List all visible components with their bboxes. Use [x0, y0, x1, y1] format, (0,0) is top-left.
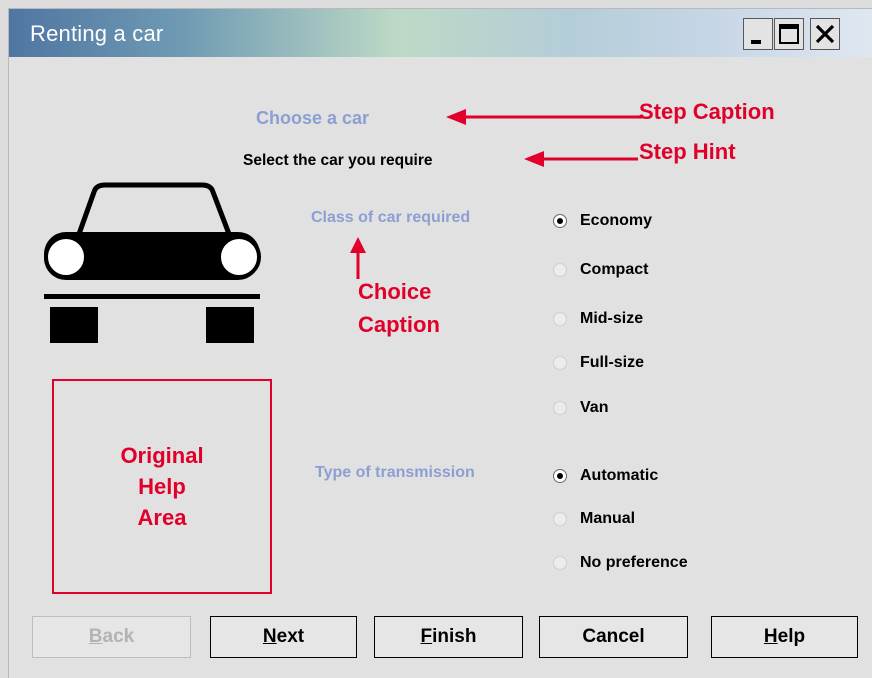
radio-option[interactable]: Automatic	[553, 465, 658, 487]
radio-label[interactable]: Automatic	[580, 467, 658, 485]
cancel-button[interactable]: Cancel	[539, 616, 688, 658]
step-hint-annotation: Step Hint	[639, 139, 736, 164]
cancel-label: Cancel	[582, 626, 645, 647]
radio-button[interactable]	[553, 214, 567, 228]
arrow-left-icon	[524, 151, 638, 167]
arrow-left-icon	[446, 109, 642, 125]
radio-label[interactable]: Mid-size	[580, 310, 643, 328]
next-label: ext	[276, 626, 305, 647]
back-mnemonic: B	[88, 626, 103, 647]
finish-mnemonic: F	[420, 626, 433, 647]
next-button[interactable]: Next	[210, 616, 357, 658]
close-icon	[815, 24, 835, 44]
finish-label: inish	[432, 626, 477, 647]
radio-label[interactable]: Van	[580, 399, 608, 417]
step-caption-annotation: Step Caption	[639, 99, 775, 124]
back-button[interactable]: Back	[32, 616, 191, 658]
radio-button[interactable]	[553, 556, 567, 570]
choice-caption: Class of car required	[311, 209, 471, 226]
maximize-button[interactable]	[774, 18, 804, 50]
help-label: elp	[777, 626, 806, 647]
radio-label[interactable]: Manual	[580, 510, 635, 528]
choice-caption: Type of transmission	[315, 464, 475, 481]
radio-option[interactable]: Full-size	[553, 352, 644, 374]
radio-button[interactable]	[553, 312, 567, 326]
radio-option[interactable]: Van	[553, 397, 608, 419]
radio-label[interactable]: Full-size	[580, 354, 644, 372]
radio-button[interactable]	[553, 356, 567, 370]
window-title: Renting a car	[30, 21, 164, 46]
wizard-window: Renting a car Choose a car Select the ca…	[8, 8, 872, 678]
close-button[interactable]	[810, 18, 840, 50]
minimize-button[interactable]	[743, 18, 773, 50]
car-icon	[44, 182, 261, 343]
radio-option[interactable]: Manual	[553, 508, 635, 530]
radio-label[interactable]: Economy	[580, 212, 652, 230]
radio-option[interactable]: Compact	[553, 259, 648, 281]
finish-button[interactable]: Finish	[374, 616, 523, 658]
help-area: Original Help Area	[52, 379, 272, 594]
help-area-label: Original Help Area	[120, 443, 204, 530]
choice-caption-annotation: Choice Caption	[358, 279, 440, 337]
back-label: ack	[102, 626, 135, 647]
radio-option[interactable]: Mid-size	[553, 308, 643, 330]
radio-option[interactable]: No preference	[553, 552, 688, 574]
maximize-icon	[779, 24, 799, 44]
radio-button[interactable]	[553, 469, 567, 483]
title-bar[interactable]: Renting a car	[9, 9, 872, 57]
next-mnemonic: N	[262, 626, 277, 647]
radio-button[interactable]	[553, 512, 567, 526]
step-hint: Select the car you require	[243, 152, 433, 169]
radio-label[interactable]: Compact	[580, 261, 648, 279]
radio-button[interactable]	[553, 401, 567, 415]
radio-button[interactable]	[553, 263, 567, 277]
radio-option[interactable]: Economy	[553, 210, 652, 232]
help-button[interactable]: Help	[711, 616, 858, 658]
help-mnemonic: H	[763, 626, 778, 647]
radio-label[interactable]: No preference	[580, 554, 688, 572]
minimize-icon	[751, 40, 761, 44]
step-caption: Choose a car	[256, 108, 370, 128]
